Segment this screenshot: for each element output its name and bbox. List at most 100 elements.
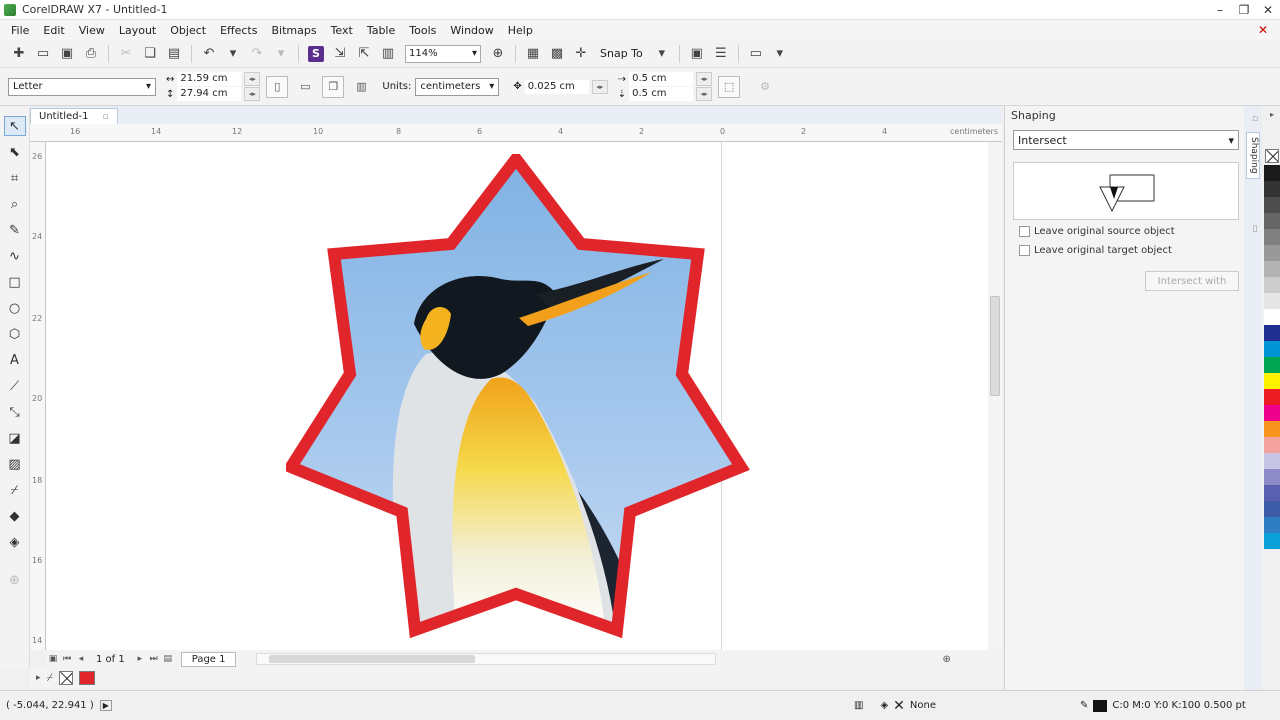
cut-icon[interactable]: ✂ bbox=[115, 43, 137, 65]
palette-swatch[interactable] bbox=[1264, 309, 1280, 325]
leave-source-row[interactable]: Leave original source object bbox=[1019, 226, 1175, 237]
minimize-button[interactable]: – bbox=[1208, 0, 1232, 20]
status-play-icon[interactable]: ▶ bbox=[99, 700, 112, 711]
undo-dropdown-icon[interactable]: ▾ bbox=[222, 43, 244, 65]
page-options-icon[interactable]: ⬚ bbox=[718, 75, 741, 98]
fill-icon[interactable]: ◈ bbox=[880, 700, 888, 711]
eyedropper-icon[interactable]: ⌿ bbox=[47, 671, 54, 685]
launch-dropdown-icon[interactable]: ▾ bbox=[769, 43, 791, 65]
palette-swatch[interactable] bbox=[1264, 245, 1280, 261]
connector-tool-icon[interactable]: ⤡ bbox=[4, 402, 26, 422]
palette-swatch[interactable] bbox=[1264, 261, 1280, 277]
palette-swatch[interactable] bbox=[1264, 357, 1280, 373]
eyedropper-tool-icon[interactable]: ⌿ bbox=[4, 480, 26, 500]
search-content-icon[interactable]: S bbox=[305, 43, 327, 65]
settings-icon[interactable]: ⚙ bbox=[754, 76, 776, 98]
dup-x-spinner[interactable]: ◂▸ bbox=[696, 72, 713, 86]
palette-swatch[interactable] bbox=[1264, 341, 1280, 357]
palette-scroll-up-icon[interactable]: ▸ bbox=[1264, 110, 1280, 119]
interactive-fill-tool-icon[interactable]: ◆ bbox=[4, 506, 26, 526]
palette-swatch[interactable] bbox=[1264, 373, 1280, 389]
show-grid-icon[interactable]: ▩ bbox=[546, 43, 568, 65]
print-icon[interactable]: ⎙ bbox=[80, 43, 102, 65]
palette-swatch[interactable] bbox=[1264, 421, 1280, 437]
nudge-distance-input[interactable]: 0.025 cm bbox=[524, 79, 589, 94]
close-window-button[interactable]: ✕ bbox=[1256, 0, 1280, 20]
menu-view[interactable]: View bbox=[72, 24, 112, 37]
landscape-orientation-icon[interactable]: ▭ bbox=[294, 76, 316, 98]
leave-target-checkbox[interactable] bbox=[1019, 245, 1030, 256]
tab-shaping[interactable]: Shaping bbox=[1246, 132, 1260, 179]
show-rulers-icon[interactable]: ▦ bbox=[522, 43, 544, 65]
current-page-icon[interactable]: ▥ bbox=[350, 76, 372, 98]
menu-tools[interactable]: Tools bbox=[402, 24, 443, 37]
duplicate-x-input[interactable]: 0.5 cm bbox=[629, 72, 694, 86]
parallel-dimension-tool-icon[interactable]: ⟋ bbox=[4, 376, 26, 396]
palette-swatch[interactable] bbox=[1264, 469, 1280, 485]
prev-page-icon[interactable]: ◂ bbox=[74, 654, 88, 664]
restore-button[interactable]: ❐ bbox=[1232, 0, 1256, 20]
document-color-swatch[interactable] bbox=[79, 671, 96, 685]
close-tab-icon[interactable]: ▫ bbox=[103, 112, 109, 122]
no-color-swatch[interactable] bbox=[1265, 149, 1279, 163]
text-tool-icon[interactable]: A bbox=[4, 350, 26, 370]
save-icon[interactable]: ▣ bbox=[56, 43, 78, 65]
palette-swatch[interactable] bbox=[1264, 165, 1280, 181]
menu-file[interactable]: File bbox=[4, 24, 36, 37]
menu-table[interactable]: Table bbox=[360, 24, 402, 37]
palette-swatch[interactable] bbox=[1264, 517, 1280, 533]
menu-text[interactable]: Text bbox=[324, 24, 360, 37]
launch-icon[interactable]: ▭ bbox=[745, 43, 767, 65]
leave-target-row[interactable]: Leave original target object bbox=[1019, 245, 1172, 256]
rectangle-tool-icon[interactable]: □ bbox=[4, 272, 26, 292]
snap-chevron-down-icon[interactable]: ▾ bbox=[651, 43, 673, 65]
full-screen-preview-icon[interactable]: ⊕ bbox=[487, 43, 509, 65]
vertical-scrollbar[interactable] bbox=[988, 142, 1002, 650]
freehand-tool-icon[interactable]: ✎ bbox=[4, 220, 26, 240]
page-tab[interactable]: Page 1 bbox=[180, 651, 237, 667]
next-page-icon[interactable]: ▸ bbox=[133, 654, 147, 664]
menu-layout[interactable]: Layout bbox=[112, 24, 163, 37]
paper-size-select[interactable]: Letter ▾ bbox=[8, 77, 156, 96]
duplicate-y-input[interactable]: 0.5 cm bbox=[629, 87, 694, 101]
palette-swatch[interactable] bbox=[1264, 501, 1280, 517]
smart-fill-tool-icon[interactable]: ◈ bbox=[4, 532, 26, 552]
all-pages-icon[interactable]: ❐ bbox=[322, 75, 345, 98]
redo-dropdown-icon[interactable]: ▾ bbox=[270, 43, 292, 65]
palette-swatch[interactable] bbox=[1264, 325, 1280, 341]
menu-effects[interactable]: Effects bbox=[213, 24, 264, 37]
export-icon[interactable]: ⇱ bbox=[353, 43, 375, 65]
palette-swatch[interactable] bbox=[1264, 453, 1280, 469]
new-document-icon[interactable]: ✚ bbox=[8, 43, 30, 65]
horizontal-scroll-thumb[interactable] bbox=[269, 655, 476, 663]
palette-swatch[interactable] bbox=[1264, 293, 1280, 309]
last-page-icon[interactable]: ⏭ bbox=[147, 654, 161, 664]
no-color-swatch[interactable] bbox=[59, 671, 74, 685]
shape-tool-icon[interactable]: ⬉ bbox=[4, 142, 26, 162]
show-guidelines-icon[interactable]: ✛ bbox=[570, 43, 592, 65]
snap-to-dropdown[interactable]: Snap To bbox=[594, 47, 649, 60]
close-document-icon[interactable]: ✕ bbox=[1258, 23, 1268, 37]
intersect-with-button[interactable]: Intersect with bbox=[1145, 271, 1239, 291]
first-page-icon[interactable]: ⏮ bbox=[60, 654, 74, 664]
palette-arrow-icon[interactable]: ▸ bbox=[36, 673, 41, 683]
portrait-orientation-icon[interactable]: ▯ bbox=[266, 75, 289, 98]
horizontal-scrollbar[interactable] bbox=[256, 653, 717, 665]
units-select[interactable]: centimeters ▾ bbox=[415, 77, 500, 96]
import-icon[interactable]: ⇲ bbox=[329, 43, 351, 65]
tab-untitled-1[interactable]: Untitled-1 ▫ bbox=[30, 108, 118, 124]
undo-icon[interactable]: ↶ bbox=[198, 43, 220, 65]
zoom-tool-icon[interactable]: ⌕ bbox=[4, 194, 26, 214]
transparency-tool-icon[interactable]: ▨ bbox=[4, 454, 26, 474]
copy-icon[interactable]: ❏ bbox=[139, 43, 161, 65]
drawing-canvas[interactable] bbox=[46, 142, 988, 650]
menu-help[interactable]: Help bbox=[501, 24, 540, 37]
nudge-spinner[interactable]: ◂▸ bbox=[591, 79, 608, 94]
polygon-tool-icon[interactable]: ⬡ bbox=[4, 324, 26, 344]
palette-swatch[interactable] bbox=[1264, 213, 1280, 229]
palette-swatch[interactable] bbox=[1264, 405, 1280, 421]
menu-window[interactable]: Window bbox=[443, 24, 500, 37]
palette-swatch[interactable] bbox=[1264, 485, 1280, 501]
palette-swatch[interactable] bbox=[1264, 533, 1280, 549]
paste-icon[interactable]: ▤ bbox=[163, 43, 185, 65]
